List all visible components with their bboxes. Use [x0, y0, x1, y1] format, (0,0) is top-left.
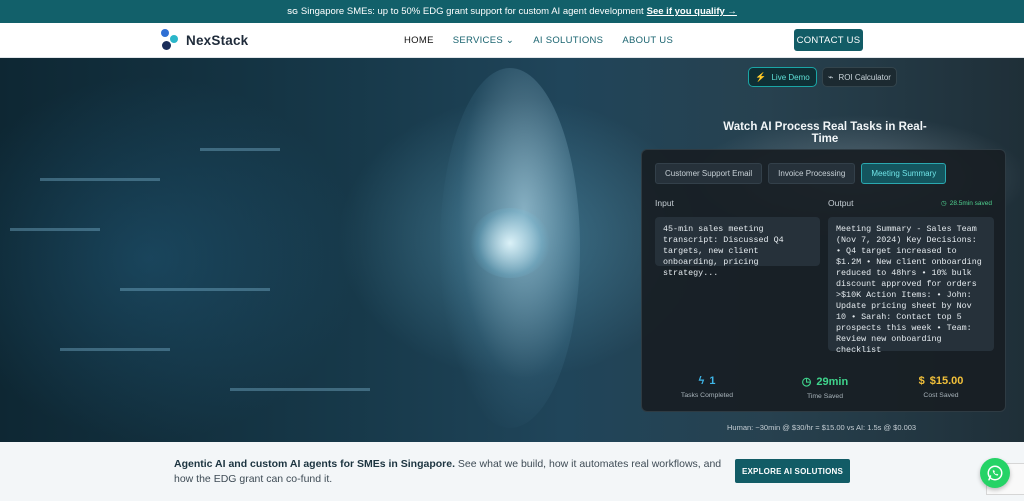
brand-name: NexStack [186, 32, 249, 48]
lightning-icon: ⚡ [755, 71, 767, 82]
data-stripe [40, 178, 160, 181]
time-saved-text: 28.5min saved [949, 199, 992, 207]
data-stripe [10, 228, 100, 231]
clock-icon: ◷ [941, 200, 947, 207]
whatsapp-icon [987, 465, 1003, 481]
announcement-bar: SG Singapore SMEs: up to 50% EDG grant s… [0, 0, 1024, 23]
stat-value: $15.00 [929, 375, 964, 387]
whatsapp-chat-button[interactable] [980, 458, 1010, 488]
nav-item-about-us[interactable]: ABOUT US [622, 35, 673, 46]
input-text-box: 45-min sales meeting transcript: Discuss… [655, 217, 820, 278]
brand-logo[interactable]: NexStack [160, 29, 248, 51]
output-text-box: Meeting Summary - Sales Team (Nov 7, 202… [828, 217, 994, 355]
hero-section: ⚡ Live Demo ⌁ ROI Calculator Watch AI Pr… [0, 58, 1024, 442]
tab-invoice-processing[interactable]: Invoice Processing [768, 163, 856, 184]
dollar-icon: $ [918, 375, 925, 387]
stat-label: Tasks Completed [680, 392, 734, 399]
output-label: Output [828, 198, 854, 208]
singapore-flag-icon: SG [287, 7, 298, 16]
chart-icon: ⌁ [828, 71, 834, 82]
nav-item-services[interactable]: SERVICES ⌄ [453, 35, 514, 46]
stat-value: 29min [816, 375, 849, 388]
stat-cost-saved: $ $15.00 Cost Saved [886, 375, 996, 399]
intro-strip: Agentic AI and custom AI agents for SMEs… [0, 442, 1024, 501]
data-stripe [120, 288, 270, 291]
hero-title: Watch AI Process Real Tasks in Real-Time [723, 121, 927, 145]
qualify-link[interactable]: See if you qualify → [647, 6, 737, 17]
roi-calculator-button[interactable]: ⌁ ROI Calculator [822, 67, 897, 87]
announcement-text: Singapore SMEs: up to 50% EDG grant supp… [300, 6, 644, 17]
nav-menu: HOME SERVICES ⌄ AI SOLUTIONS ABOUT US [404, 35, 692, 46]
intro-text: Agentic AI and custom AI agents for SMEs… [174, 457, 734, 487]
demo-tabs: Customer Support Email Invoice Processin… [655, 163, 947, 184]
explore-ai-solutions-button[interactable]: EXPLORE AI SOLUTIONS [735, 459, 850, 483]
nav-item-home[interactable]: HOME [404, 35, 434, 46]
live-demo-label: Live Demo [771, 72, 810, 82]
input-label: Input [655, 198, 674, 208]
main-navigation: NexStack HOME SERVICES ⌄ AI SOLUTIONS AB… [0, 23, 1024, 58]
cost-comparison-text: Human: ~30min @ $30/hr = $15.00 vs AI: 1… [727, 423, 917, 432]
ai-demo-panel: Customer Support Email Invoice Processin… [641, 149, 1006, 412]
intro-headline: Agentic AI and custom AI agents for SMEs… [174, 458, 456, 470]
stat-value: 1 [709, 375, 716, 387]
logo-mark-icon [160, 29, 180, 51]
contact-us-button[interactable]: CONTACT US [794, 29, 863, 51]
data-stripe [200, 148, 280, 151]
data-stripe [230, 388, 370, 391]
tab-meeting-summary[interactable]: Meeting Summary [861, 163, 947, 184]
live-demo-button[interactable]: ⚡ Live Demo [748, 67, 817, 87]
clock-icon: ◷ [801, 376, 812, 388]
tab-customer-support-email[interactable]: Customer Support Email [655, 163, 763, 184]
stat-label: Time Saved [806, 393, 843, 400]
lightning-icon: ϟ [698, 375, 705, 387]
stat-tasks-completed: ϟ 1 Tasks Completed [652, 375, 762, 399]
data-stripe [60, 348, 170, 351]
stat-label: Cost Saved [923, 392, 959, 399]
stat-time-saved: ◷ 29min Time Saved [770, 375, 880, 401]
roi-calculator-label: ROI Calculator [838, 72, 891, 82]
nav-item-ai-solutions[interactable]: AI SOLUTIONS [533, 35, 603, 46]
time-saved-badge: ◷ 28.5min saved [941, 199, 992, 208]
hero-light-glow [470, 208, 550, 278]
